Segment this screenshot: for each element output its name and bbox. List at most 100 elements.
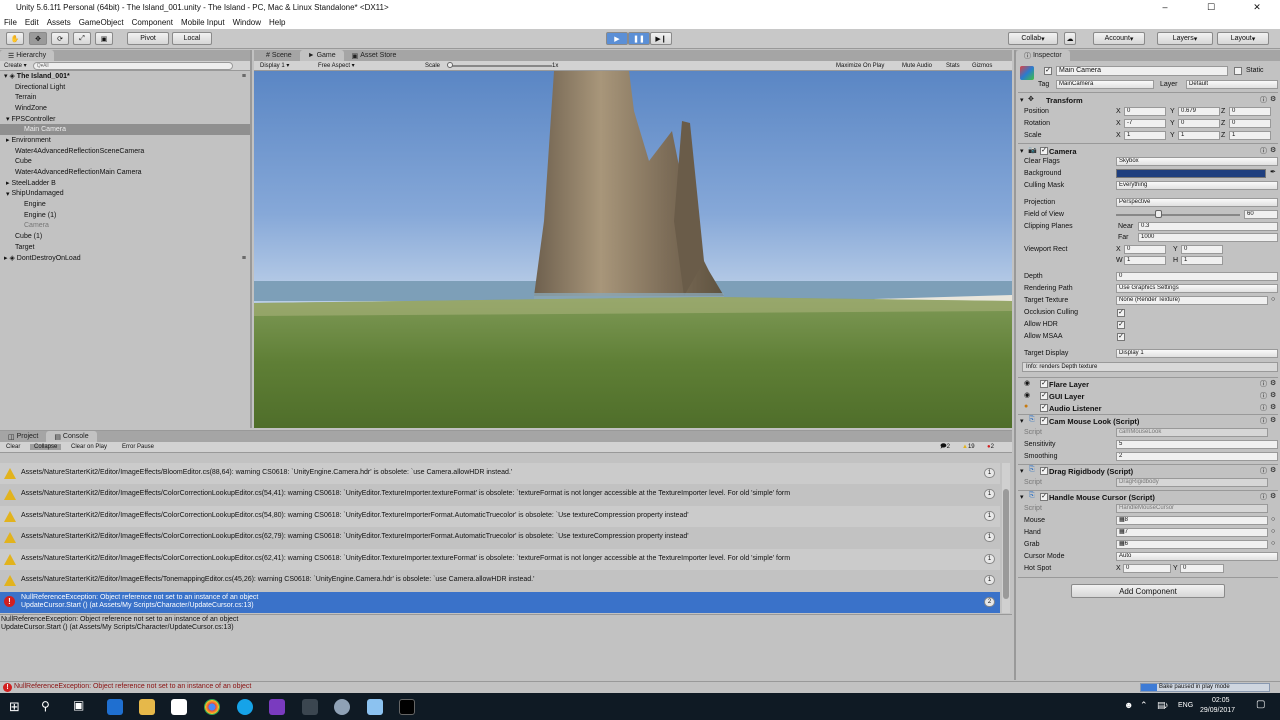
console-warning-row[interactable]: Assets/NatureStarterKit2/Editor/ImageEff… [0, 505, 1000, 527]
people-icon[interactable]: ☻ [1124, 700, 1133, 710]
menu-edit[interactable]: Edit [25, 18, 39, 27]
pos-z-field[interactable]: 0 [1229, 107, 1271, 116]
scl-y-field[interactable]: 1 [1178, 131, 1220, 140]
menu-window[interactable]: Window [233, 18, 261, 27]
maximize-on-play-toggle[interactable]: Maximize On Play [836, 63, 884, 69]
viewport-y-field[interactable]: 0 [1181, 245, 1223, 254]
tag-dropdown[interactable]: MainCamera [1056, 80, 1154, 89]
help-icon[interactable]: ⓘ [1260, 466, 1267, 476]
target-display-dropdown[interactable]: Display 1 [1116, 349, 1278, 358]
near-field[interactable]: 0.3 [1138, 222, 1278, 231]
hierarchy-item[interactable]: Target [0, 242, 250, 253]
object-picker-icon[interactable]: ○ [1271, 296, 1275, 303]
hierarchy-item[interactable]: Cube [0, 157, 250, 168]
clear-flags-dropdown[interactable]: Skybox [1116, 157, 1278, 166]
pause-button[interactable]: ❚❚ [628, 32, 650, 45]
error-toggle[interactable]: ●2 [987, 444, 994, 450]
allow-msaa-checkbox[interactable]: ✓ [1117, 333, 1125, 341]
tab-asset-store[interactable]: ▣ Asset Store [344, 50, 405, 61]
hotspot-x-field[interactable]: 0 [1123, 564, 1171, 573]
layers-dropdown[interactable]: Layers ▾ [1157, 32, 1213, 45]
terminal-icon[interactable] [399, 699, 415, 715]
rot-y-field[interactable]: 0 [1178, 119, 1220, 128]
static-checkbox[interactable] [1234, 67, 1242, 75]
pivot-button[interactable]: Pivot [127, 32, 169, 45]
rect-tool-icon[interactable]: ▣ [95, 32, 113, 45]
console-scrollbar-thumb[interactable] [1003, 489, 1009, 599]
info-toggle[interactable]: 🗩2 [940, 442, 950, 452]
clock-date[interactable]: 29/09/2017 [1200, 707, 1235, 714]
help-icon[interactable]: ⓘ [1260, 95, 1267, 105]
scene-menu-icon[interactable]: ≡ [242, 73, 246, 80]
hierarchy-item[interactable]: Engine (1) [0, 210, 250, 221]
settings-icon[interactable]: ⚙ [1270, 146, 1276, 154]
tab-console[interactable]: ▤ Console [46, 431, 97, 442]
clear-button[interactable]: Clear [6, 444, 20, 450]
fov-field[interactable]: 60 [1244, 210, 1278, 219]
maximize-icon[interactable]: ☐ [1188, 2, 1234, 13]
hotspot-y-field[interactable]: 0 [1180, 564, 1224, 573]
cam-mouse-look-checkbox[interactable]: ✓ [1040, 417, 1048, 425]
edge-browser-icon[interactable] [107, 699, 123, 715]
local-button[interactable]: Local [172, 32, 212, 45]
foldout-arrow-icon[interactable]: ▾ [1020, 417, 1024, 425]
ddol-menu-icon[interactable]: ≡ [242, 255, 246, 262]
volume-icon[interactable]: ♪ [1164, 700, 1169, 710]
store-icon[interactable] [171, 699, 187, 715]
sensitivity-field[interactable]: 5 [1116, 440, 1278, 449]
foldout-arrow-icon[interactable]: ▾ [1020, 467, 1024, 475]
hierarchy-item[interactable]: Water4AdvancedReflectionSceneCamera [0, 146, 250, 157]
dontdestroy-root[interactable]: ▸ ◈ DontDestroyOnLoad ≡ [0, 253, 250, 264]
hierarchy-item[interactable]: ▸ Environment [0, 135, 250, 146]
hierarchy-item[interactable]: Main Camera [0, 124, 250, 136]
layer-dropdown[interactable]: Default [1186, 80, 1278, 89]
tab-hierarchy[interactable]: ☰ Hierarchy [0, 50, 55, 61]
help-icon[interactable]: ⓘ [1260, 146, 1267, 156]
fov-slider[interactable] [1116, 214, 1240, 216]
hierarchy-item[interactable]: Directional Light [0, 82, 250, 93]
hand-tool-icon[interactable]: ✋ [6, 32, 24, 45]
game-viewport[interactable] [254, 71, 1012, 428]
language-indicator[interactable]: ENG [1178, 702, 1193, 709]
rendering-path-dropdown[interactable]: Use Graphics Settings [1116, 284, 1278, 293]
console-error-row[interactable]: ! NullReferenceException: Object referen… [0, 592, 1000, 613]
close-icon[interactable]: ✕ [1234, 2, 1280, 13]
flare-layer-checkbox[interactable]: ✓ [1040, 380, 1048, 388]
move-tool-icon[interactable]: ✥ [29, 32, 47, 45]
settings-icon[interactable]: ⚙ [1270, 403, 1276, 411]
far-field[interactable]: 1000 [1138, 233, 1278, 242]
visual-studio-icon[interactable] [269, 699, 285, 715]
help-icon[interactable]: ⓘ [1260, 492, 1267, 502]
error-pause-toggle[interactable]: Error Pause [122, 444, 154, 450]
depth-field[interactable]: 0 [1116, 272, 1278, 281]
console-warning-row[interactable]: Assets/NatureStarterKit2/Editor/ImageEff… [0, 527, 1000, 549]
notepad-icon[interactable] [367, 699, 383, 715]
hierarchy-item[interactable]: Camera [0, 221, 250, 232]
allow-hdr-checkbox[interactable]: ✓ [1117, 321, 1125, 329]
target-texture-field[interactable]: None (Render Texture) [1116, 296, 1268, 305]
settings-icon[interactable]: ⚙ [1270, 492, 1276, 500]
search-icon[interactable]: ⚲ [41, 699, 50, 713]
eyedropper-icon[interactable]: ✒ [1270, 168, 1276, 176]
gui-layer-checkbox[interactable]: ✓ [1040, 392, 1048, 400]
fov-slider-thumb[interactable] [1155, 210, 1163, 218]
console-warning-row[interactable]: Assets/NatureStarterKit2/Editor/ImageEff… [0, 463, 1000, 484]
foldout-arrow-icon[interactable]: ▾ [1020, 96, 1024, 104]
hierarchy-item[interactable]: Engine [0, 199, 250, 210]
console-warning-row[interactable]: Assets/NatureStarterKit2/Editor/ImageEff… [0, 570, 1000, 591]
skype-icon[interactable] [237, 699, 253, 715]
object-active-checkbox[interactable]: ✓ [1044, 67, 1052, 75]
stats-toggle[interactable]: Stats [946, 63, 960, 69]
hierarchy-item[interactable]: Terrain [0, 92, 250, 103]
foldout-arrow-icon[interactable]: ▾ [1020, 493, 1024, 501]
viewport-w-field[interactable]: 1 [1124, 256, 1166, 265]
scale-slider-thumb[interactable] [447, 62, 453, 68]
task-view-icon[interactable]: ▣ [73, 698, 84, 712]
chrome-icon[interactable] [204, 699, 220, 715]
object-picker-icon[interactable]: ○ [1271, 528, 1275, 535]
help-icon[interactable]: ⓘ [1260, 379, 1267, 389]
console-scrollbar[interactable] [1002, 463, 1010, 613]
display-dropdown[interactable]: Display 1 ▾ [260, 62, 289, 69]
hierarchy-search-input[interactable]: Q▾All [32, 61, 233, 70]
background-color-swatch[interactable] [1116, 169, 1266, 178]
